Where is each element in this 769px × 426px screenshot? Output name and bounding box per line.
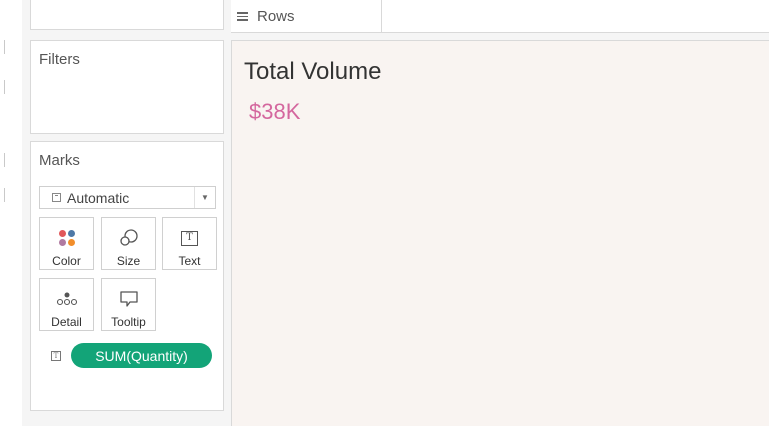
edge-tick: [4, 80, 7, 94]
left-edge-strip: [0, 0, 22, 426]
sum-quantity-pill[interactable]: SUM(Quantity): [71, 343, 212, 368]
color-button[interactable]: Color: [39, 217, 94, 270]
detail-icon: [56, 292, 77, 306]
detail-button[interactable]: Detail: [39, 278, 94, 331]
text-mark-icon: [52, 193, 61, 202]
size-label: Size: [116, 254, 141, 268]
tooltip-icon: [119, 291, 138, 307]
filters-title: Filters: [39, 51, 80, 68]
viz-title[interactable]: Total Volume: [244, 58, 381, 86]
edge-tick: [4, 153, 7, 167]
text-button[interactable]: T Text: [162, 217, 217, 270]
rows-shelf-label: Rows: [231, 0, 382, 33]
color-label: Color: [52, 254, 81, 268]
pages-panel: [30, 0, 224, 30]
chevron-down-icon[interactable]: ▼: [194, 187, 215, 208]
mark-type-value: Automatic: [67, 189, 130, 206]
marks-field-row: T SUM(Quantity): [51, 343, 212, 368]
tooltip-button[interactable]: Tooltip: [101, 278, 156, 331]
edge-tick: [4, 188, 7, 202]
tooltip-label: Tooltip: [111, 315, 146, 329]
rows-icon: [237, 10, 248, 23]
rows-label-text: Rows: [257, 8, 295, 25]
marks-title: Marks: [39, 152, 80, 169]
text-encoding-icon[interactable]: T: [51, 350, 61, 361]
mark-type-dropdown[interactable]: Automatic ▼: [39, 186, 216, 209]
text-icon: T: [181, 230, 198, 246]
viz-canvas: Total Volume $38K: [231, 40, 769, 426]
viz-value[interactable]: $38K: [249, 99, 300, 125]
detail-label: Detail: [51, 315, 82, 329]
edge-tick: [4, 40, 7, 54]
color-icon: [58, 229, 76, 247]
size-icon: [119, 229, 138, 246]
filters-card[interactable]: Filters: [30, 40, 224, 134]
tableau-worksheet: Rows Filters Marks Automatic ▼ Color Siz…: [0, 0, 769, 426]
marks-card: Marks Automatic ▼ Color Size T Text Deta…: [30, 141, 224, 411]
size-button[interactable]: Size: [101, 217, 156, 270]
text-label: Text: [178, 254, 201, 268]
rows-shelf[interactable]: Rows: [231, 0, 769, 33]
